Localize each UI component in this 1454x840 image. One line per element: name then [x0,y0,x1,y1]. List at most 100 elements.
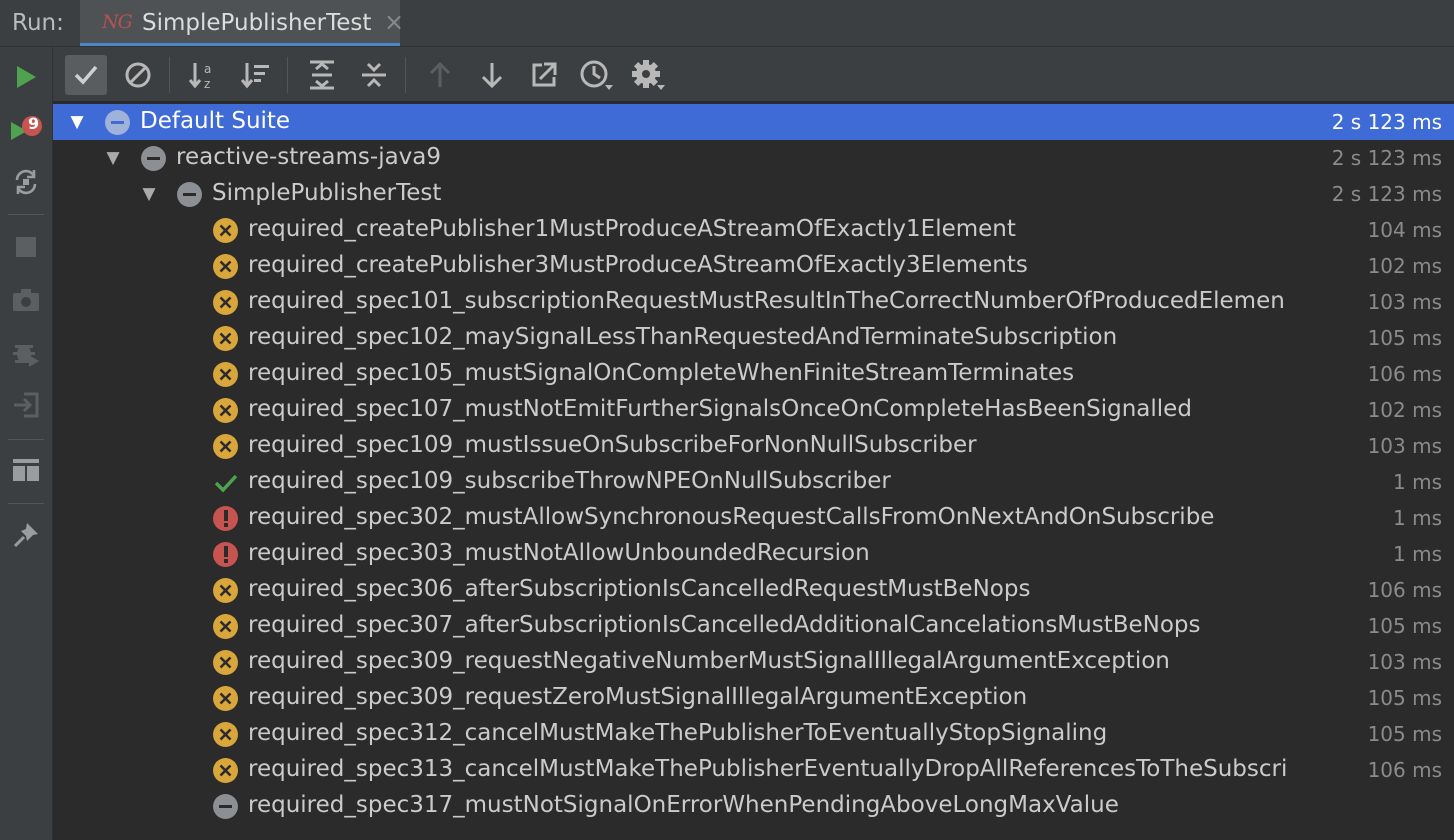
tree-node-suite[interactable]: ▼ Default Suite 2 s 123 ms [53,104,1454,140]
tree-node-test[interactable]: required_spec109_subscribeThrowNPEOnNull… [53,464,1454,500]
tree-node-test[interactable]: required_spec102_maySignalLessThanReques… [53,320,1454,356]
layout-icon[interactable] [8,452,44,488]
test-name: required_spec107_mustNotEmitFurtherSigna… [248,396,1192,422]
svg-text:a: a [204,62,211,76]
test-name: required_spec317_mustNotSignalOnErrorWhe… [248,792,1119,818]
ignored-test-icon [105,110,130,135]
next-failed-icon [481,63,503,89]
stop-icon[interactable] [8,229,44,265]
expand-arrow-icon[interactable]: ▼ [103,148,123,168]
show-passed-button[interactable] [65,55,107,95]
test-duration: 102 ms [1363,398,1442,422]
left-toolbar: 9 [0,47,53,840]
test-duration: 106 ms [1363,362,1442,386]
tree-node-test[interactable]: required_spec309_requestZeroMustSignalIl… [53,680,1454,716]
history-icon [580,60,613,90]
collapse-all-button[interactable] [353,55,395,95]
tree-node-test[interactable]: required_spec109_mustIssueOnSubscribeFor… [53,428,1454,464]
run-icon[interactable] [8,59,44,95]
passed-test-icon [213,470,238,495]
test-duration: 103 ms [1363,434,1442,458]
test-name: required_spec312_cancelMustMakeThePublis… [248,720,1108,746]
tree-node-test[interactable]: required_spec313_cancelMustMakeThePublis… [53,752,1454,788]
expand-arrow-icon[interactable]: ▼ [67,112,87,132]
test-runner-toolbar: a z [53,47,1454,101]
ignored-test-icon [177,182,202,207]
tree-node-test[interactable]: required_createPublisher1MustProduceAStr… [53,212,1454,248]
tree-node-suite[interactable]: ▼ reactive-streams-java9 2 s 123 ms [53,140,1454,176]
tree-node-test[interactable]: required_spec105_mustSignalOnCompleteWhe… [53,356,1454,392]
tree-node-test[interactable]: required_spec303_mustNotAllowUnboundedRe… [53,536,1454,572]
svg-text:z: z [204,77,210,90]
toggle-auto-test-icon[interactable] [8,164,44,200]
expand-all-icon [310,60,334,90]
error-test-icon [213,506,238,531]
tree-node-test[interactable]: required_spec312_cancelMustMakeThePublis… [53,716,1454,752]
failed-test-icon [213,434,238,459]
show-ignored-button[interactable] [117,55,159,95]
sort-by-duration-button[interactable] [235,55,277,95]
ignored-test-icon [213,794,238,819]
previous-failed-button[interactable] [419,55,461,95]
test-results-tree: ▼ Default Suite 2 s 123 ms ▼ reactive-stream… [53,101,1454,840]
test-duration: 106 ms [1363,578,1442,602]
tree-node-test[interactable]: required_spec309_requestNegativeNumberMu… [53,644,1454,680]
failed-test-icon [213,686,238,711]
test-name: required_spec307_afterSubscriptionIsCanc… [248,612,1201,638]
failed-test-icon [213,326,238,351]
run-tool-window-header: Run: NG SimplePublisherTest × [0,0,1454,47]
test-duration: 102 ms [1363,254,1442,278]
test-name: required_spec309_requestZeroMustSignalIl… [248,684,1028,710]
pin-icon[interactable] [8,517,44,553]
test-name: required_spec303_mustNotAllowUnboundedRe… [248,540,870,566]
ignored-test-icon [141,146,166,171]
rerun-failed-icon[interactable]: 9 [8,112,44,148]
tab-simple-publisher-test[interactable]: NG SimplePublisherTest × [80,0,404,46]
test-duration: 1 ms [1389,506,1442,530]
test-duration: 105 ms [1363,614,1442,638]
sort-alphabetically-icon: a z [189,62,211,90]
sort-by-duration-icon [241,63,269,89]
sort-alphabetically-button[interactable]: a z [183,55,225,95]
expand-arrow-icon[interactable]: ▼ [139,184,159,204]
test-duration: 2 s 123 ms [1327,182,1442,206]
rerun-failed-badge: 9 [28,114,40,133]
failed-test-icon [213,362,238,387]
tree-node-test[interactable]: required_spec302_mustAllowSynchronousReq… [53,500,1454,536]
test-duration: 2 s 123 ms [1331,110,1442,134]
test-name: required_spec109_subscribeThrowNPEOnNull… [248,468,891,494]
test-name: Default Suite [140,108,291,134]
export-icon [532,62,557,87]
tree-node-test[interactable]: required_spec317_mustNotSignalOnErrorWhe… [53,788,1454,824]
debug-icon[interactable] [8,335,44,371]
failed-test-icon [213,290,238,315]
screenshot-icon[interactable] [8,282,44,318]
tree-node-suite[interactable]: ▼ SimplePublisherTest 2 s 123 ms [53,176,1454,212]
failed-test-icon [213,614,238,639]
tree-node-test[interactable]: required_createPublisher3MustProduceAStr… [53,248,1454,284]
collapse-all-icon [362,62,386,88]
close-tab-icon[interactable]: × [384,8,404,36]
tree-node-test[interactable]: required_spec107_mustNotEmitFurtherSigna… [53,392,1454,428]
test-duration: 1 ms [1389,470,1442,494]
tree-node-test[interactable]: required_spec101_subscriptionRequestMust… [53,284,1454,320]
tree-node-test[interactable]: required_spec307_afterSubscriptionIsCanc… [53,608,1454,644]
settings-button[interactable] [627,55,669,95]
test-duration: 103 ms [1363,290,1442,314]
test-name: required_spec309_requestNegativeNumberMu… [248,648,1170,674]
failed-test-icon [213,398,238,423]
expand-all-button[interactable] [301,55,343,95]
tree-node-test[interactable]: required_spec306_afterSubscriptionIsCanc… [53,572,1454,608]
export-button[interactable] [523,55,565,95]
test-name: reactive-streams-java9 [176,144,442,170]
test-duration: 104 ms [1363,218,1442,242]
tab-title: SimplePublisherTest [142,10,372,36]
next-failed-button[interactable] [471,55,513,95]
error-test-icon [213,542,238,567]
test-name: required_createPublisher3MustProduceAStr… [248,252,1028,278]
exit-icon[interactable] [8,387,44,423]
run-label: Run: [12,10,64,36]
test-duration: 103 ms [1363,650,1442,674]
test-duration: 105 ms [1363,326,1442,350]
history-button[interactable] [575,55,617,95]
